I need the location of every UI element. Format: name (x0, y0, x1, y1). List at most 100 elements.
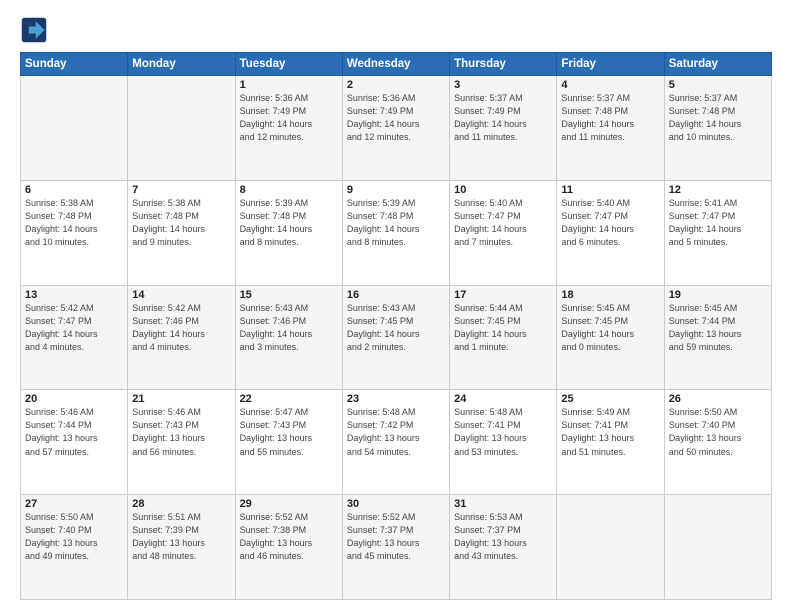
calendar-day-cell: 13Sunrise: 5:42 AM Sunset: 7:47 PM Dayli… (21, 285, 128, 390)
calendar-day-cell: 29Sunrise: 5:52 AM Sunset: 7:38 PM Dayli… (235, 495, 342, 600)
calendar-day-cell: 15Sunrise: 5:43 AM Sunset: 7:46 PM Dayli… (235, 285, 342, 390)
day-detail: Sunrise: 5:37 AM Sunset: 7:48 PM Dayligh… (561, 92, 659, 144)
day-detail: Sunrise: 5:36 AM Sunset: 7:49 PM Dayligh… (347, 92, 445, 144)
day-number: 19 (669, 289, 767, 301)
day-detail: Sunrise: 5:38 AM Sunset: 7:48 PM Dayligh… (132, 197, 230, 249)
calendar-day-cell: 22Sunrise: 5:47 AM Sunset: 7:43 PM Dayli… (235, 390, 342, 495)
calendar-day-cell: 16Sunrise: 5:43 AM Sunset: 7:45 PM Dayli… (342, 285, 449, 390)
day-number: 16 (347, 289, 445, 301)
weekday-header-row: SundayMondayTuesdayWednesdayThursdayFrid… (21, 53, 772, 76)
day-number: 15 (240, 289, 338, 301)
day-number: 26 (669, 393, 767, 405)
day-detail: Sunrise: 5:37 AM Sunset: 7:48 PM Dayligh… (669, 92, 767, 144)
calendar-day-cell: 8Sunrise: 5:39 AM Sunset: 7:48 PM Daylig… (235, 180, 342, 285)
logo-icon (20, 16, 48, 44)
calendar-day-cell (128, 76, 235, 181)
day-number: 11 (561, 184, 659, 196)
day-detail: Sunrise: 5:46 AM Sunset: 7:43 PM Dayligh… (132, 406, 230, 458)
day-detail: Sunrise: 5:45 AM Sunset: 7:44 PM Dayligh… (669, 302, 767, 354)
day-number: 25 (561, 393, 659, 405)
day-detail: Sunrise: 5:50 AM Sunset: 7:40 PM Dayligh… (25, 511, 123, 563)
calendar-day-cell: 20Sunrise: 5:46 AM Sunset: 7:44 PM Dayli… (21, 390, 128, 495)
day-detail: Sunrise: 5:51 AM Sunset: 7:39 PM Dayligh… (132, 511, 230, 563)
day-number: 24 (454, 393, 552, 405)
day-detail: Sunrise: 5:43 AM Sunset: 7:46 PM Dayligh… (240, 302, 338, 354)
day-detail: Sunrise: 5:52 AM Sunset: 7:38 PM Dayligh… (240, 511, 338, 563)
day-number: 3 (454, 79, 552, 91)
day-number: 8 (240, 184, 338, 196)
day-detail: Sunrise: 5:38 AM Sunset: 7:48 PM Dayligh… (25, 197, 123, 249)
weekday-header-saturday: Saturday (664, 53, 771, 76)
calendar-day-cell: 30Sunrise: 5:52 AM Sunset: 7:37 PM Dayli… (342, 495, 449, 600)
page: SundayMondayTuesdayWednesdayThursdayFrid… (0, 0, 792, 612)
day-number: 31 (454, 498, 552, 510)
calendar-day-cell (557, 495, 664, 600)
calendar-week-row: 13Sunrise: 5:42 AM Sunset: 7:47 PM Dayli… (21, 285, 772, 390)
calendar-day-cell: 7Sunrise: 5:38 AM Sunset: 7:48 PM Daylig… (128, 180, 235, 285)
weekday-header-wednesday: Wednesday (342, 53, 449, 76)
day-number: 4 (561, 79, 659, 91)
header (20, 16, 772, 44)
day-detail: Sunrise: 5:47 AM Sunset: 7:43 PM Dayligh… (240, 406, 338, 458)
calendar-day-cell: 23Sunrise: 5:48 AM Sunset: 7:42 PM Dayli… (342, 390, 449, 495)
calendar-day-cell: 18Sunrise: 5:45 AM Sunset: 7:45 PM Dayli… (557, 285, 664, 390)
weekday-header-sunday: Sunday (21, 53, 128, 76)
day-detail: Sunrise: 5:37 AM Sunset: 7:49 PM Dayligh… (454, 92, 552, 144)
day-detail: Sunrise: 5:50 AM Sunset: 7:40 PM Dayligh… (669, 406, 767, 458)
day-number: 28 (132, 498, 230, 510)
calendar-day-cell: 5Sunrise: 5:37 AM Sunset: 7:48 PM Daylig… (664, 76, 771, 181)
calendar-day-cell: 19Sunrise: 5:45 AM Sunset: 7:44 PM Dayli… (664, 285, 771, 390)
day-detail: Sunrise: 5:41 AM Sunset: 7:47 PM Dayligh… (669, 197, 767, 249)
day-detail: Sunrise: 5:36 AM Sunset: 7:49 PM Dayligh… (240, 92, 338, 144)
day-detail: Sunrise: 5:42 AM Sunset: 7:47 PM Dayligh… (25, 302, 123, 354)
day-number: 21 (132, 393, 230, 405)
calendar-day-cell: 31Sunrise: 5:53 AM Sunset: 7:37 PM Dayli… (450, 495, 557, 600)
calendar-week-row: 1Sunrise: 5:36 AM Sunset: 7:49 PM Daylig… (21, 76, 772, 181)
day-number: 1 (240, 79, 338, 91)
calendar-day-cell: 10Sunrise: 5:40 AM Sunset: 7:47 PM Dayli… (450, 180, 557, 285)
day-detail: Sunrise: 5:39 AM Sunset: 7:48 PM Dayligh… (240, 197, 338, 249)
calendar-week-row: 27Sunrise: 5:50 AM Sunset: 7:40 PM Dayli… (21, 495, 772, 600)
day-detail: Sunrise: 5:53 AM Sunset: 7:37 PM Dayligh… (454, 511, 552, 563)
day-detail: Sunrise: 5:43 AM Sunset: 7:45 PM Dayligh… (347, 302, 445, 354)
calendar-day-cell: 17Sunrise: 5:44 AM Sunset: 7:45 PM Dayli… (450, 285, 557, 390)
calendar-day-cell: 25Sunrise: 5:49 AM Sunset: 7:41 PM Dayli… (557, 390, 664, 495)
weekday-header-thursday: Thursday (450, 53, 557, 76)
day-detail: Sunrise: 5:48 AM Sunset: 7:41 PM Dayligh… (454, 406, 552, 458)
day-number: 6 (25, 184, 123, 196)
calendar-day-cell: 3Sunrise: 5:37 AM Sunset: 7:49 PM Daylig… (450, 76, 557, 181)
weekday-header-friday: Friday (557, 53, 664, 76)
day-number: 17 (454, 289, 552, 301)
day-number: 23 (347, 393, 445, 405)
day-number: 14 (132, 289, 230, 301)
day-number: 18 (561, 289, 659, 301)
logo (20, 16, 52, 44)
calendar-table: SundayMondayTuesdayWednesdayThursdayFrid… (20, 52, 772, 600)
day-number: 30 (347, 498, 445, 510)
calendar-day-cell: 4Sunrise: 5:37 AM Sunset: 7:48 PM Daylig… (557, 76, 664, 181)
day-number: 2 (347, 79, 445, 91)
weekday-header-tuesday: Tuesday (235, 53, 342, 76)
calendar-day-cell: 1Sunrise: 5:36 AM Sunset: 7:49 PM Daylig… (235, 76, 342, 181)
calendar-day-cell: 26Sunrise: 5:50 AM Sunset: 7:40 PM Dayli… (664, 390, 771, 495)
day-number: 5 (669, 79, 767, 91)
calendar-week-row: 6Sunrise: 5:38 AM Sunset: 7:48 PM Daylig… (21, 180, 772, 285)
day-number: 9 (347, 184, 445, 196)
calendar-day-cell: 24Sunrise: 5:48 AM Sunset: 7:41 PM Dayli… (450, 390, 557, 495)
day-detail: Sunrise: 5:39 AM Sunset: 7:48 PM Dayligh… (347, 197, 445, 249)
day-number: 29 (240, 498, 338, 510)
calendar-day-cell: 9Sunrise: 5:39 AM Sunset: 7:48 PM Daylig… (342, 180, 449, 285)
calendar-day-cell: 6Sunrise: 5:38 AM Sunset: 7:48 PM Daylig… (21, 180, 128, 285)
calendar-day-cell: 27Sunrise: 5:50 AM Sunset: 7:40 PM Dayli… (21, 495, 128, 600)
day-detail: Sunrise: 5:40 AM Sunset: 7:47 PM Dayligh… (561, 197, 659, 249)
day-number: 22 (240, 393, 338, 405)
calendar-day-cell: 14Sunrise: 5:42 AM Sunset: 7:46 PM Dayli… (128, 285, 235, 390)
day-detail: Sunrise: 5:44 AM Sunset: 7:45 PM Dayligh… (454, 302, 552, 354)
day-detail: Sunrise: 5:52 AM Sunset: 7:37 PM Dayligh… (347, 511, 445, 563)
day-number: 13 (25, 289, 123, 301)
day-number: 27 (25, 498, 123, 510)
day-number: 10 (454, 184, 552, 196)
day-detail: Sunrise: 5:48 AM Sunset: 7:42 PM Dayligh… (347, 406, 445, 458)
day-number: 7 (132, 184, 230, 196)
calendar-day-cell (664, 495, 771, 600)
